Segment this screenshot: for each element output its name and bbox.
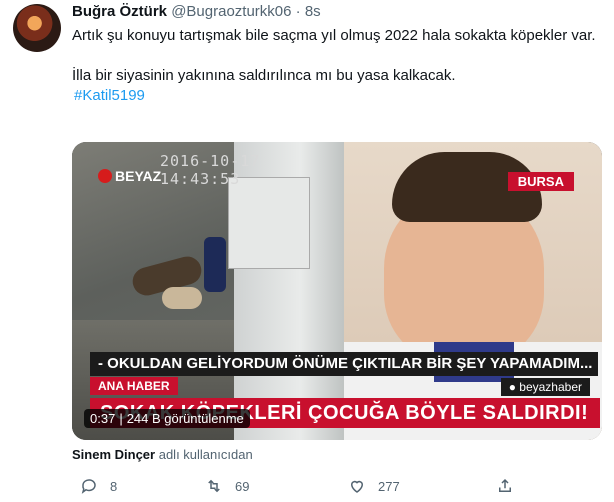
separator-dot: · (295, 3, 301, 20)
camera-timestamp: 2016-10-17 14:43:53 (160, 152, 261, 188)
retweet-count: 69 (235, 478, 250, 494)
media-credit: Sinem Dinçer adlı kullanıcıdan (72, 447, 253, 462)
video-player[interactable]: 2016-10-17 14:43:53 BEYAZ BURSA - OKULDA… (72, 142, 602, 440)
social-icon: ● (508, 380, 520, 394)
like-button[interactable]: 277 (348, 474, 400, 498)
ac-unit (228, 177, 310, 269)
view-count: 244 B görüntülenme (126, 411, 244, 426)
video-badge: 0:37 | 244 B görüntülenme (84, 409, 250, 428)
tweet-header: Buğra Öztürk @Bugraozturkk06 · 8s (72, 3, 321, 20)
location-tag: BURSA (507, 172, 574, 191)
hashtag-link[interactable]: #Katil5199 (74, 87, 145, 104)
child-figure (204, 237, 226, 292)
social-handle: ● beyazhaber (500, 378, 590, 396)
retweet-button[interactable]: 69 (205, 474, 249, 498)
credit-user[interactable]: Sinem Dinçer (72, 447, 155, 462)
channel-logo: BEYAZ (98, 168, 161, 184)
like-count: 277 (378, 478, 400, 494)
heart-icon (350, 480, 364, 493)
author-handle[interactable]: @Bugraozturkk06 (171, 3, 291, 20)
share-button[interactable] (496, 474, 526, 498)
beyaz-logo-icon (98, 169, 112, 183)
credit-suffix: adlı kullanıcıdan (158, 447, 253, 462)
tweet: Buğra Öztürk @Bugraozturkk06 · 8s Artık … (0, 0, 614, 502)
author-name[interactable]: Buğra Öztürk (72, 3, 167, 20)
reply-icon (81, 479, 96, 494)
share-icon (499, 478, 511, 492)
social-handle-text: beyazhaber (519, 380, 582, 394)
tweet-text: Artık şu konuyu tartışmak bile saçma yıl… (72, 26, 602, 106)
avatar[interactable] (13, 4, 61, 52)
timestamp[interactable]: 8s (305, 3, 321, 20)
tweet-line-1: Artık şu konuyu tartışmak bile saçma yıl… (72, 27, 596, 44)
video-duration: 0:37 (90, 411, 116, 426)
retweet-icon (208, 479, 220, 493)
tweet-line-2: İlla bir siyasinin yakınına saldırılınca… (72, 67, 456, 84)
reply-count: 8 (110, 478, 118, 494)
reply-button[interactable]: 8 (80, 474, 117, 498)
program-tag: ANA HABER (90, 377, 178, 395)
dog (162, 287, 202, 309)
quote-bar: - OKULDAN GELİYORDUM ÖNÜME ÇIKTILAR BİR … (90, 352, 598, 376)
channel-logo-text: BEYAZ (115, 168, 162, 184)
action-bar: 8 69 277 (72, 474, 602, 498)
